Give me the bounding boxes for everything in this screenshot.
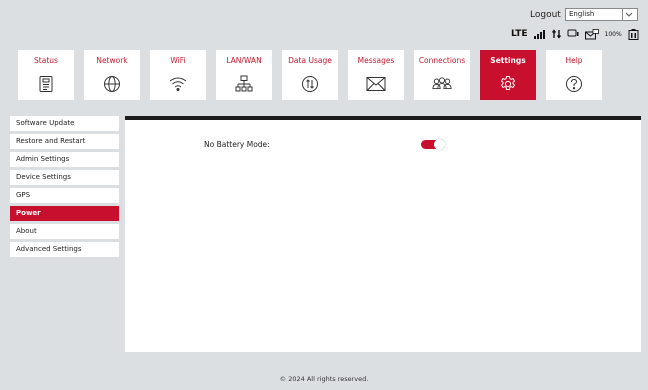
- tab-label: Status: [34, 56, 58, 65]
- globe-icon: [102, 74, 122, 94]
- sms-icon: [584, 28, 599, 40]
- chevron-down-icon: [622, 9, 635, 20]
- sidebar-item-power[interactable]: Power: [10, 206, 119, 221]
- tab-label: Settings: [490, 56, 526, 65]
- tab-label: Help: [565, 56, 583, 65]
- logout-link[interactable]: Logout: [530, 10, 561, 20]
- language-select[interactable]: English: [565, 8, 638, 21]
- tab-label: Network: [96, 56, 128, 65]
- language-selected-value: English: [569, 10, 595, 18]
- sidebar-item-device-settings[interactable]: Device Settings: [10, 170, 119, 185]
- tab-status[interactable]: Status: [18, 50, 74, 100]
- signal-strength-icon: [533, 29, 546, 39]
- help-icon: [564, 74, 584, 94]
- wifi-icon: [168, 74, 188, 94]
- sidebar-item-advanced-settings[interactable]: Advanced Settings: [10, 242, 119, 257]
- status-indicators: LTE 100%: [511, 27, 639, 41]
- battery-percent: 100%: [604, 30, 622, 38]
- tab-label: WiFi: [170, 56, 186, 65]
- battery-icon: [628, 28, 639, 40]
- toggle-knob: [434, 139, 445, 150]
- network-type: LTE: [511, 29, 528, 39]
- tab-help[interactable]: Help: [546, 50, 602, 100]
- power-settings-panel: No Battery Mode:: [125, 116, 641, 352]
- tab-settings[interactable]: Settings: [480, 50, 536, 100]
- tab-network[interactable]: Network: [84, 50, 140, 100]
- tab-lan-wan[interactable]: LAN/WAN: [216, 50, 272, 100]
- envelope-icon: [366, 74, 386, 94]
- gear-icon: [498, 74, 518, 94]
- no-battery-mode-label: No Battery Mode:: [204, 140, 270, 149]
- connected-device-icon: [567, 29, 579, 39]
- tab-wifi[interactable]: WiFi: [150, 50, 206, 100]
- sidebar-item-software-update[interactable]: Software Update: [10, 116, 119, 131]
- data-usage-icon: [300, 74, 320, 94]
- sidebar-item-admin-settings[interactable]: Admin Settings: [10, 152, 119, 167]
- top-bar: Logout English LTE 100%: [0, 0, 648, 48]
- sidebar-item-about[interactable]: About: [10, 224, 119, 239]
- data-transfer-icon: [551, 29, 561, 39]
- sidebar-item-gps[interactable]: GPS: [10, 188, 119, 203]
- users-icon: [432, 74, 452, 94]
- status-icon: [36, 74, 56, 94]
- sidebar-item-restore-and-restart[interactable]: Restore and Restart: [10, 134, 119, 149]
- no-battery-mode-toggle[interactable]: [421, 139, 445, 150]
- tab-data-usage[interactable]: Data Usage: [282, 50, 338, 100]
- tab-connections[interactable]: Connections: [414, 50, 470, 100]
- tab-label: Connections: [418, 56, 466, 65]
- tab-label: LAN/WAN: [226, 56, 262, 65]
- lan-icon: [234, 74, 254, 94]
- copyright-footer: © 2024 All rights reserved.: [279, 375, 369, 383]
- tab-label: Data Usage: [288, 56, 332, 65]
- main-tabs: Status Network WiFi LAN/WAN Data Usage M…: [18, 50, 602, 100]
- tab-messages[interactable]: Messages: [348, 50, 404, 100]
- tab-label: Messages: [357, 56, 395, 65]
- settings-sidebar: Software Update Restore and Restart Admi…: [10, 116, 119, 260]
